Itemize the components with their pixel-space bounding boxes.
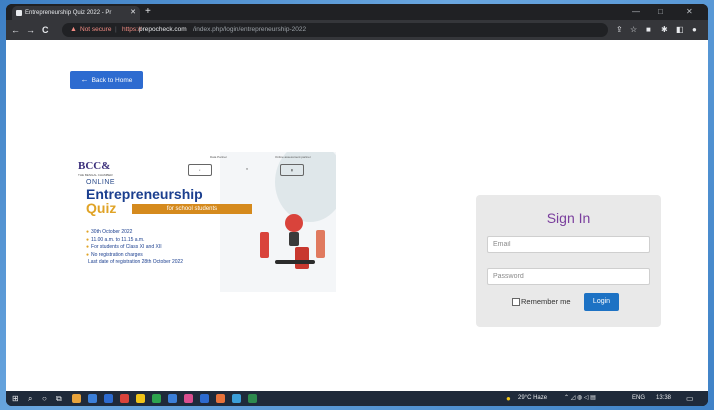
bcc-logo-sub: THE BENGAL CHAMBER [78, 173, 113, 177]
app-icon[interactable] [120, 394, 129, 403]
signin-card: Sign In Remember me Login [476, 195, 661, 327]
minimize-icon[interactable]: — [632, 6, 640, 18]
remember-label: Remember me [521, 297, 571, 306]
app-icon[interactable] [152, 394, 161, 403]
language-indicator[interactable]: ENG [632, 391, 645, 406]
trophy-stand-illustration [289, 232, 299, 246]
browser-tab[interactable]: Entrepreneurship Quiz 2022 - Pr ✕ [12, 6, 140, 20]
detail-item: ● For students of Class XI and XII [86, 244, 162, 250]
app-icon[interactable] [104, 394, 113, 403]
new-tab-button[interactable]: + [145, 6, 151, 18]
banner-quiz: Quiz [86, 200, 117, 216]
app-icon[interactable] [168, 394, 177, 403]
app-icon[interactable] [216, 394, 225, 403]
person-illustration [295, 247, 309, 269]
browser-window: Entrepreneurship Quiz 2022 - Pr ✕ + — □ … [6, 4, 708, 406]
puzzle-icon[interactable]: ✱ [661, 23, 668, 37]
forward-nav-icon[interactable]: → [26, 23, 35, 37]
app-icon[interactable] [232, 394, 241, 403]
detail-item: ● 30th October 2022 [86, 229, 133, 235]
sidebar-icon[interactable]: ◧ [676, 23, 684, 37]
weather-text[interactable]: 29°C Haze [518, 391, 547, 406]
banner-online: ONLINE [86, 179, 116, 186]
arrow-left-icon: ← [80, 75, 89, 84]
app-icon[interactable] [72, 394, 81, 403]
search-icon[interactable]: ⌕ [28, 391, 32, 406]
data-partner-label: Data Partner [210, 155, 228, 159]
page-content: ← Back to Home BCC& THE BENGAL CHAMBER Da… [6, 40, 708, 391]
banner-details: ● 30th October 2022 ● 11.00 a.m. to 11.15 … [86, 229, 183, 267]
tab-title: Entrepreneurship Quiz 2022 - Pr [25, 10, 112, 16]
desk-illustration [275, 260, 315, 264]
start-icon[interactable]: ⊞ [12, 391, 19, 406]
favicon-icon [16, 10, 22, 16]
back-nav-icon[interactable]: ← [11, 23, 20, 37]
app-icon[interactable] [200, 394, 209, 403]
person-illustration [316, 230, 325, 258]
password-field[interactable] [487, 268, 650, 285]
detail-item: ● No registration charges [86, 251, 143, 258]
app-icon[interactable] [184, 394, 193, 403]
detail-item: ● 11.00 a.m. to 11.15 a.m. [86, 236, 145, 243]
app-icon[interactable] [88, 394, 97, 403]
browser-toolbar: ← → C ▲ Not secure | https:// prepocheck… [6, 20, 708, 40]
notification-icon[interactable]: ▭ [686, 391, 694, 406]
assessment-partner-label: Online assessment partner [275, 155, 311, 159]
person-illustration [260, 232, 269, 258]
cortana-icon[interactable]: ○ [42, 391, 47, 406]
maximize-icon[interactable]: □ [658, 6, 663, 18]
partner-logo-x-icon: ✕ [245, 167, 249, 171]
app-icon[interactable] [136, 394, 145, 403]
extension-icon[interactable]: ■ [646, 23, 651, 37]
star-icon[interactable]: ☆ [630, 23, 637, 37]
login-button[interactable]: Login [584, 293, 619, 311]
prepo-logo-icon: ▮ [280, 164, 304, 176]
trophy-illustration [285, 214, 303, 232]
url-host: prepocheck.com [139, 26, 187, 33]
address-bar[interactable]: ▲ Not secure | https:// prepocheck.com /… [62, 23, 608, 37]
url-path: /index.php/login/entrepreneurship-2022 [193, 26, 307, 33]
profile-icon[interactable]: ● [692, 23, 697, 37]
signin-title: Sign In [546, 210, 591, 226]
remember-checkbox[interactable] [512, 298, 520, 307]
reload-icon[interactable]: C [42, 23, 49, 37]
warning-icon: ▲ [70, 26, 77, 33]
remember-me[interactable]: Remember me [512, 297, 571, 307]
clock[interactable]: 13:38 [656, 391, 671, 406]
weather-icon: ● [506, 394, 511, 403]
tab-strip: Entrepreneurship Quiz 2022 - Pr ✕ + — □ … [6, 4, 708, 20]
not-secure-label: Not secure [80, 26, 112, 33]
back-to-home-button[interactable]: ← Back to Home [70, 71, 143, 89]
bcc-logo: BCC& [78, 160, 111, 172]
address-separator: | [115, 26, 117, 33]
share-icon[interactable]: ⇪ [616, 23, 623, 37]
taskbar: ⊞ ⌕ ○ ⧉ ● 29°C Haze ⌃ ◿ ◍ ◁ ▤ ENG 13:38 … [6, 391, 708, 406]
banner-subtitle: for school students [132, 204, 252, 214]
tab-close-icon[interactable]: ✕ [130, 6, 136, 20]
close-window-icon[interactable]: ✕ [686, 6, 693, 18]
back-to-home-label: Back to Home [91, 77, 133, 84]
email-field[interactable] [487, 236, 650, 253]
quiz-banner-image: BCC& THE BENGAL CHAMBER Data Partner Onl… [70, 152, 336, 292]
app-icon[interactable] [248, 394, 257, 403]
system-tray-icons[interactable]: ⌃ ◿ ◍ ◁ ▤ [564, 391, 596, 406]
partner-logo-icon: ◐ [188, 164, 212, 176]
detail-item: Last date of registration 28th October 2… [88, 259, 184, 265]
task-view-icon[interactable]: ⧉ [56, 391, 62, 406]
